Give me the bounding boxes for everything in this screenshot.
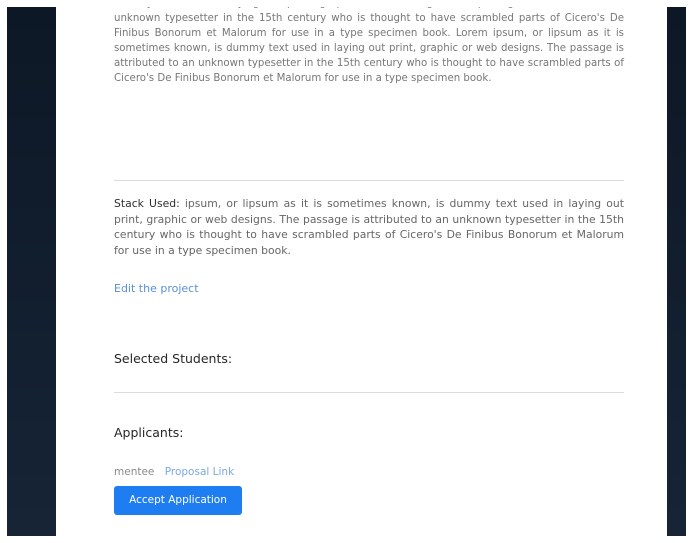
project-description: dummy text used in laying out print, gra… bbox=[114, 7, 624, 84]
selected-students-heading: Selected Students: bbox=[114, 351, 233, 366]
accept-application-button[interactable]: Accept Application bbox=[114, 486, 242, 515]
stack-used-text: ipsum, or lipsum as it is sometimes know… bbox=[114, 197, 624, 257]
applicant-item: mentee Proposal Link bbox=[114, 466, 234, 478]
edit-project-link[interactable]: Edit the project bbox=[114, 282, 199, 295]
divider bbox=[114, 392, 624, 393]
project-details-card: dummy text used in laying out print, gra… bbox=[56, 7, 667, 536]
browser-frame: dummy text used in laying out print, gra… bbox=[7, 7, 686, 536]
proposal-link[interactable]: Proposal Link bbox=[165, 466, 234, 478]
applicants-heading: Applicants: bbox=[114, 425, 184, 440]
stack-used-label: Stack Used: bbox=[114, 197, 180, 210]
stack-used-paragraph: Stack Used: ipsum, or lipsum as it is so… bbox=[114, 196, 624, 258]
applicant-name: mentee bbox=[114, 466, 155, 478]
divider bbox=[114, 180, 624, 181]
